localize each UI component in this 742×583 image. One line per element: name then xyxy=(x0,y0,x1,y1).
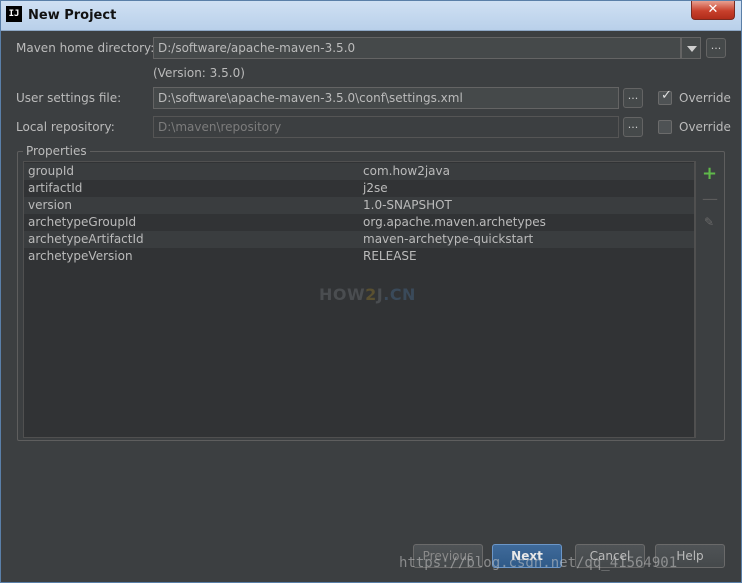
property-key: archetypeVersion xyxy=(28,249,133,263)
table-row[interactable]: version 1.0-SNAPSHOT xyxy=(24,197,694,214)
remove-property-icon[interactable]: — xyxy=(702,191,718,207)
maven-home-label: Maven home directory: xyxy=(16,41,155,55)
property-value: org.apache.maven.archetypes xyxy=(363,215,546,229)
table-row[interactable]: artifactId j2se xyxy=(24,180,694,197)
property-key: version xyxy=(28,198,72,212)
property-value: j2se xyxy=(363,181,388,195)
properties-title: Properties xyxy=(23,144,90,158)
property-value: maven-archetype-quickstart xyxy=(363,232,534,246)
property-key: artifactId xyxy=(28,181,83,195)
local-repo-label: Local repository: xyxy=(16,120,115,134)
dialog-title: New Project xyxy=(28,8,117,23)
how2j-watermark: HOW2J.CN xyxy=(319,285,416,304)
watermark-text-d: .CN xyxy=(383,285,416,304)
close-button[interactable]: ✕ xyxy=(691,1,735,20)
checkmark-icon: ✓ xyxy=(661,88,672,103)
intellij-logo-icon: IJ xyxy=(6,6,22,22)
table-row[interactable]: archetypeVersion RELEASE xyxy=(24,248,694,265)
local-repo-override-label: Override xyxy=(679,120,731,134)
property-key: archetypeGroupId xyxy=(28,215,137,229)
local-repo-override-checkbox[interactable] xyxy=(658,120,672,134)
new-project-dialog: IJ New Project ✕ Maven home directory: D… xyxy=(0,0,742,583)
property-key: groupId xyxy=(28,164,75,178)
maven-home-field[interactable]: D:/software/apache-maven-3.5.0 xyxy=(153,37,681,59)
user-settings-browse-button[interactable]: ... xyxy=(623,88,643,108)
source-watermark-url: https://blog.csdn.net/qq_41564901 xyxy=(399,555,678,571)
table-row[interactable]: archetypeGroupId org.apache.maven.archet… xyxy=(24,214,694,231)
user-settings-override-label: Override xyxy=(679,91,731,105)
property-key: archetypeArtifactId xyxy=(28,232,144,246)
maven-home-dropdown-button[interactable] xyxy=(681,37,701,59)
property-value: 1.0-SNAPSHOT xyxy=(363,198,452,212)
table-row[interactable]: groupId com.how2java xyxy=(24,163,694,180)
maven-version-text: (Version: 3.5.0) xyxy=(153,66,245,80)
watermark-text-a: HOW xyxy=(319,285,366,304)
properties-toolbar: + — ✎ xyxy=(695,161,721,438)
property-value: com.how2java xyxy=(363,164,450,178)
watermark-text-b: 2 xyxy=(365,285,377,304)
local-repo-field[interactable]: D:\maven\repository xyxy=(153,116,619,138)
title-bar: IJ New Project ✕ xyxy=(1,1,741,31)
edit-property-icon[interactable]: ✎ xyxy=(702,215,716,229)
user-settings-label: User settings file: xyxy=(16,91,122,105)
user-settings-override-checkbox[interactable]: ✓ xyxy=(658,88,672,105)
table-row[interactable]: archetypeArtifactId maven-archetype-quic… xyxy=(24,231,694,248)
user-settings-field[interactable]: D:\software\apache-maven-3.5.0\conf\sett… xyxy=(153,87,619,109)
property-value: RELEASE xyxy=(363,249,417,263)
local-repo-browse-button[interactable]: ... xyxy=(623,117,643,137)
maven-home-browse-button[interactable]: ... xyxy=(706,38,726,58)
add-property-icon[interactable]: + xyxy=(702,165,717,183)
